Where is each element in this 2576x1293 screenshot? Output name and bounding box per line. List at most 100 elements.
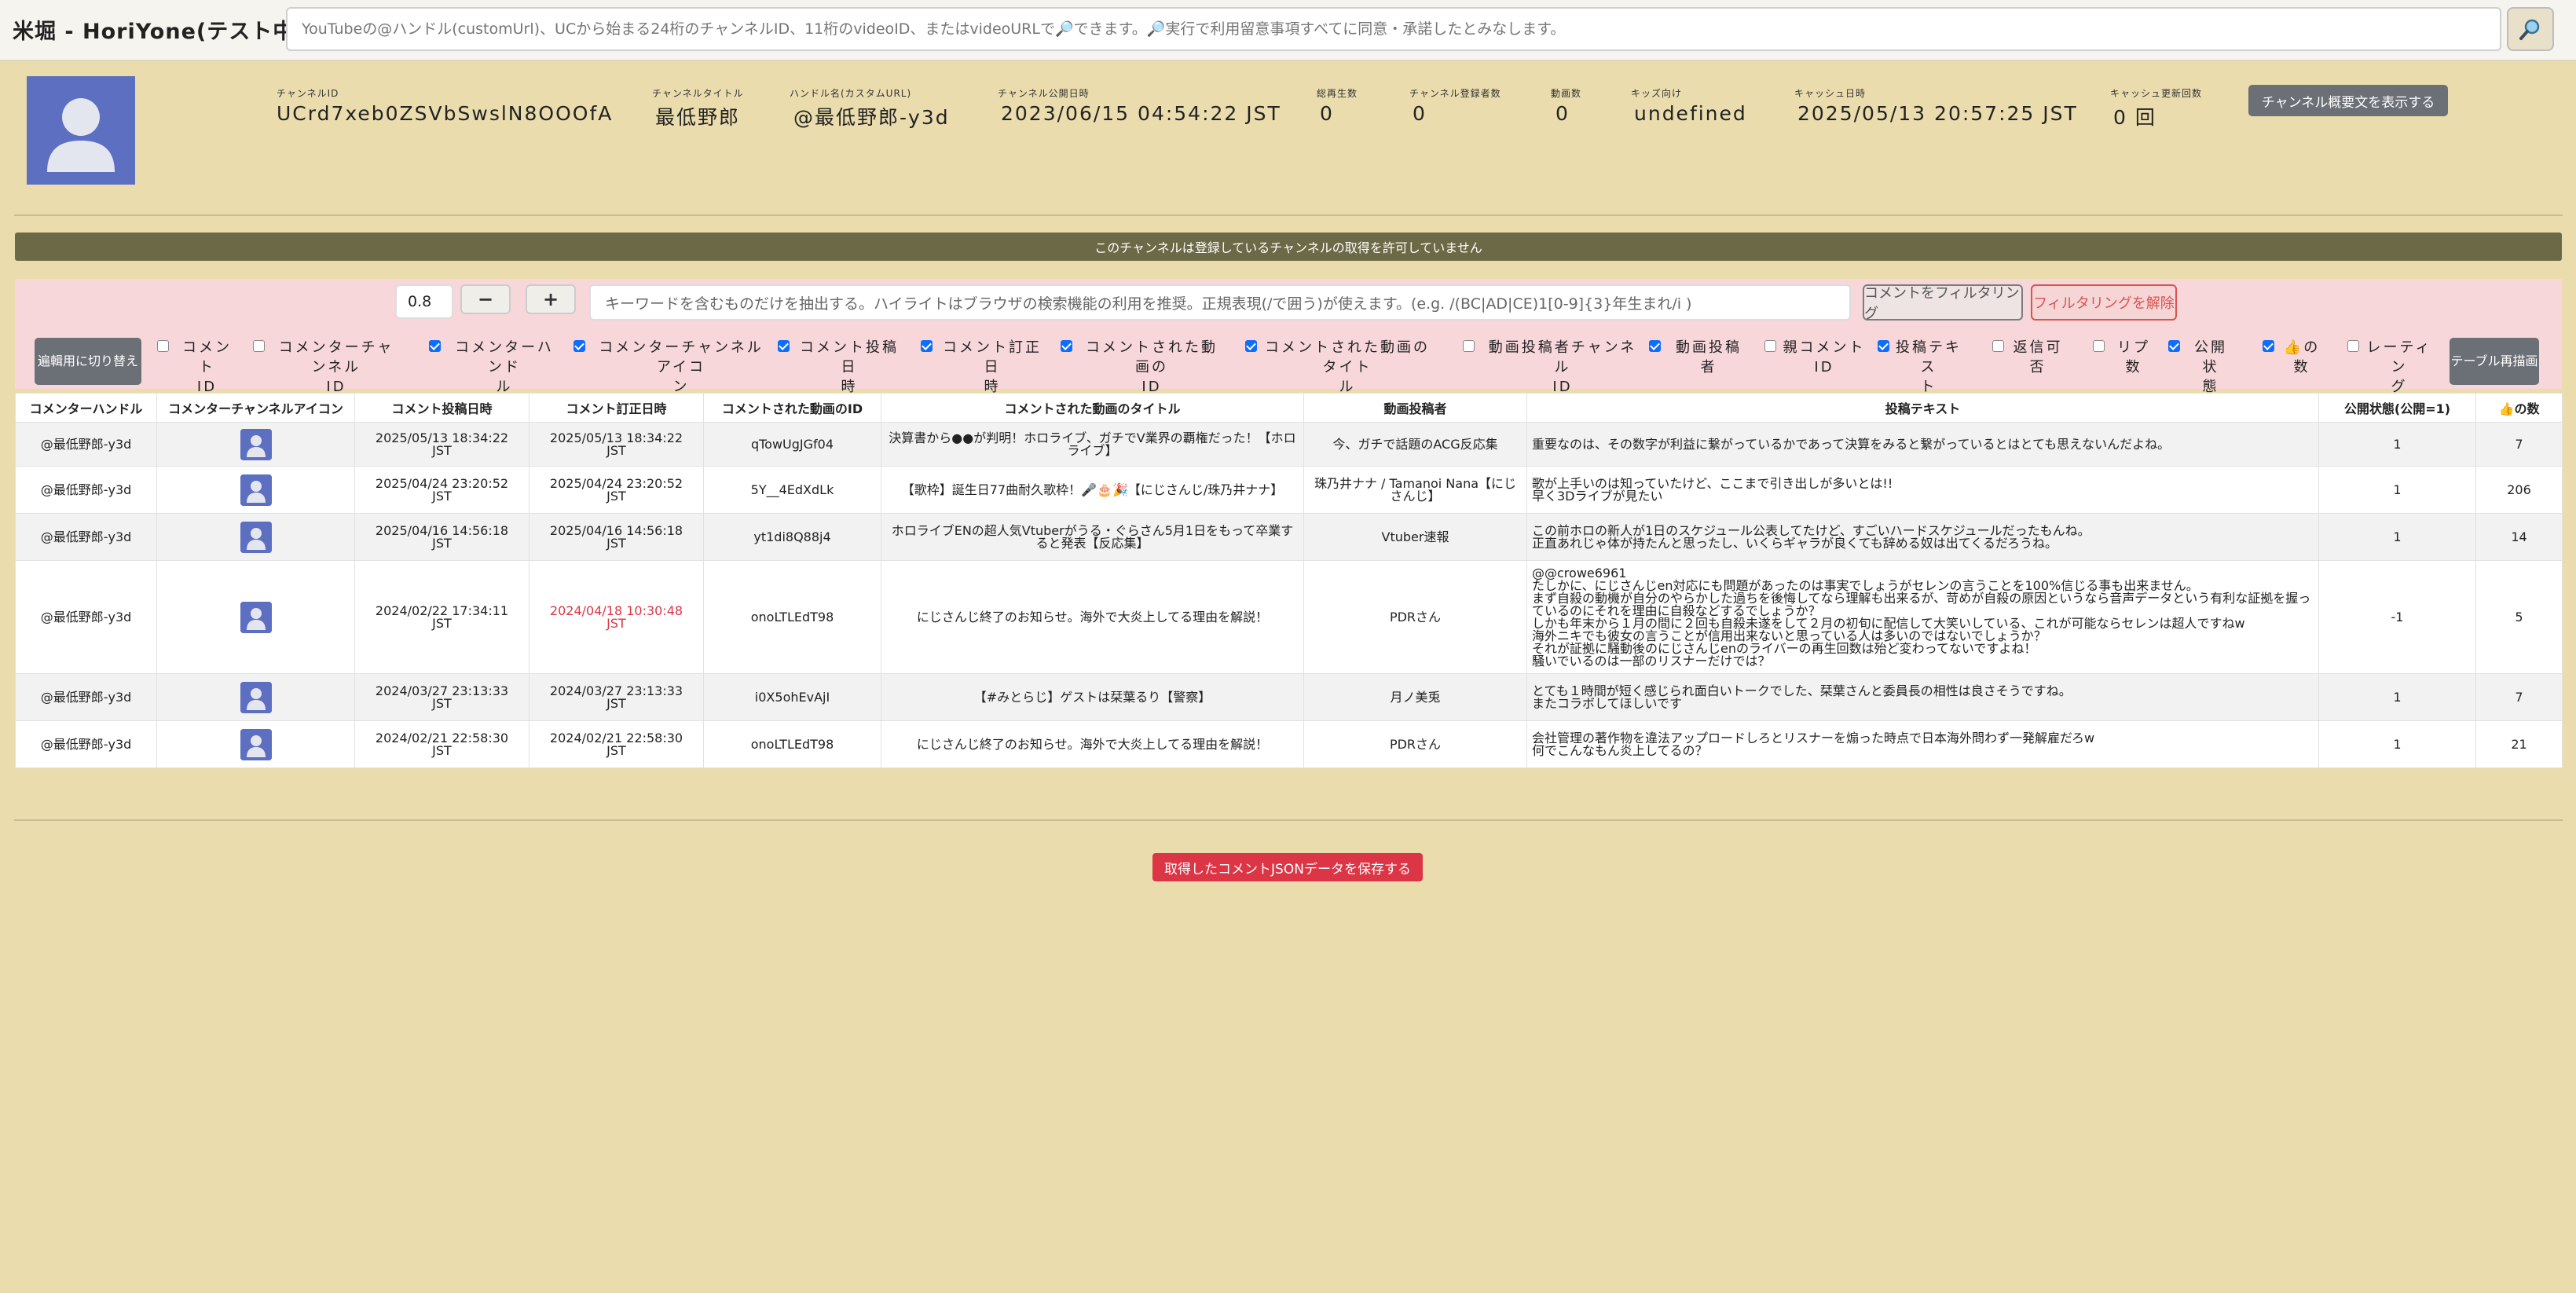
column-toggle-label: レーティン グ	[2366, 339, 2432, 395]
column-toggle[interactable]: 親コメント ID	[1764, 338, 1866, 377]
column-toggle-checkbox[interactable]	[778, 340, 790, 352]
column-toggle[interactable]: 公開状 態	[2168, 338, 2235, 397]
search-button[interactable]	[2507, 7, 2554, 51]
zoom-minus-button[interactable]: −	[460, 284, 511, 314]
filter-comments-button[interactable]: コメントをフィルタリング	[1863, 284, 2023, 322]
column-toggle-checkbox[interactable]	[2347, 340, 2359, 352]
column-toggle-checkbox[interactable]	[2168, 340, 2180, 352]
video-title-cell: ホロライブENの超人気Vtuberがうる・ぐらさん5月1日をもって卒業すると発表…	[881, 513, 1304, 561]
column-header[interactable]: コメント投稿日時	[354, 393, 529, 423]
column-toggle[interactable]: コメントされた動画のタイト ル	[1245, 338, 1431, 397]
column-toggle[interactable]: コメンターチャンネル ID	[253, 338, 401, 397]
column-header[interactable]: コメントされた動画のID	[703, 393, 881, 423]
kids-value: undefined	[1634, 102, 1747, 125]
column-toggle-checkbox[interactable]	[1764, 340, 1776, 352]
column-toggle[interactable]: 返信可 否	[1992, 338, 2065, 377]
column-toggle[interactable]: 投稿テキス ト	[1878, 338, 1962, 397]
commenter-icon-cell	[156, 513, 355, 561]
default-user-icon[interactable]	[240, 728, 272, 760]
default-user-icon[interactable]	[240, 521, 272, 553]
column-toggle-checkbox[interactable]	[1878, 340, 1889, 352]
edited-date-cell: 2024/03/27 23:13:33 JST	[529, 673, 704, 721]
column-header[interactable]: 公開状態(公開=1)	[2318, 393, 2476, 423]
save-json-button[interactable]: 取得したコメントJSONデータを保存する	[1152, 853, 1423, 881]
column-toggle-checkbox[interactable]	[1463, 340, 1475, 352]
column-toggle-checkbox[interactable]	[1992, 340, 2004, 352]
likes-cell: 206	[2475, 466, 2563, 514]
default-user-icon[interactable]	[240, 601, 272, 633]
column-toggle[interactable]: コメント ID	[157, 338, 239, 397]
column-toggle[interactable]: コメント訂正日 時	[921, 338, 1046, 397]
column-toggle[interactable]: コメントされた動画の ID	[1061, 338, 1225, 397]
public-status-cell: 1	[2318, 466, 2476, 514]
column-toggle-label: コメント訂正日 時	[943, 339, 1042, 395]
public-status-cell: 1	[2318, 673, 2476, 721]
uploader-cell: PDRさん	[1303, 560, 1527, 674]
column-toggle-checkbox[interactable]	[1061, 340, 1072, 352]
zoom-plus-button[interactable]: +	[526, 284, 576, 314]
column-toggle-checkbox[interactable]	[1245, 340, 1257, 352]
channel-published-value: 2023/06/15 04:54:22 JST	[1001, 102, 1281, 125]
default-user-icon[interactable]	[240, 681, 272, 713]
column-toggle[interactable]: 👍の 数	[2263, 338, 2323, 377]
column-toggle[interactable]: コメンターハンド ル	[429, 338, 562, 397]
column-toggle-checkbox[interactable]	[573, 340, 585, 352]
column-toggle-label: リプ 数	[2117, 339, 2150, 375]
channel-title-label: チャンネルタイトル	[652, 88, 744, 99]
column-toggle-checkbox[interactable]	[2093, 340, 2105, 352]
column-toggle[interactable]: コメント投稿日 時	[778, 338, 903, 397]
column-toggle[interactable]: コメンターチャンネルアイコ ン	[573, 338, 771, 397]
column-header[interactable]: コメントされた動画のタイトル	[881, 393, 1304, 423]
channel-published-label: チャンネル公開日時	[998, 88, 1090, 99]
table-row: @最低野郎-y3d 2024/02/21 22:58:30 JST 2024/02/…	[15, 720, 2563, 768]
app-title: 米堀 - HoriYone(テスト中)	[13, 20, 306, 44]
column-toggle-label: 👍の 数	[2283, 339, 2321, 375]
commenter-handle-cell: @最低野郎-y3d	[15, 422, 157, 467]
clear-filter-button[interactable]: フィルタリングを解除	[2031, 284, 2177, 321]
column-toggle-checkbox[interactable]	[921, 340, 933, 352]
column-toggle-checkbox[interactable]	[157, 340, 169, 352]
commenter-handle-cell: @最低野郎-y3d	[15, 720, 157, 768]
posted-date-cell: 2025/04/16 14:56:18 JST	[354, 513, 529, 561]
search-input[interactable]	[286, 7, 2501, 51]
column-header[interactable]: コメンターチャンネルアイコン	[156, 393, 355, 423]
video-count-value: 0	[1555, 102, 1570, 125]
comment-text-cell: この前ホロの新人が1日のスケジュール公表してたけど、すごいハードスケジュールだっ…	[1526, 513, 2319, 561]
default-user-icon[interactable]	[240, 428, 272, 460]
column-header[interactable]: 投稿テキスト	[1526, 393, 2319, 423]
column-toggle[interactable]: 動画投稿 者	[1649, 338, 1750, 377]
column-toggle-checkbox[interactable]	[1649, 340, 1661, 352]
likes-cell: 5	[2475, 560, 2563, 674]
table-row: @最低野郎-y3d 2024/03/27 23:13:33 JST 2024/03/…	[15, 673, 2563, 721]
switch-mode-button[interactable]: 遍輯用に切り替え	[35, 338, 141, 385]
video-title-cell: 【#みとらじ】ゲストは栞葉るり【警察】	[881, 673, 1304, 721]
total-views-label: 総再生数	[1317, 88, 1358, 99]
column-toggle-checkbox[interactable]	[2263, 340, 2274, 352]
zoom-input[interactable]: 0.8	[395, 284, 453, 319]
subscribers-label: チャンネル登録者数	[1409, 88, 1501, 99]
column-toggle-label: コメンターハンド ル	[455, 339, 554, 395]
channel-id-label: チャンネルID	[277, 88, 339, 99]
column-header[interactable]: コメンターハンドル	[15, 393, 157, 423]
show-summary-button[interactable]: チャンネル概要文を表示する	[2248, 85, 2448, 116]
column-toggle-label: コメントされた動画のタイト ル	[1265, 339, 1430, 395]
public-status-cell: 1	[2318, 513, 2476, 561]
column-toggle-checkbox[interactable]	[429, 340, 441, 352]
comment-text-cell: 会社管理の著作物を違法アップロードしろとリスナーを煽った時点で日本海外問わず一発…	[1526, 720, 2319, 768]
column-toggle[interactable]: レーティン グ	[2347, 338, 2433, 397]
default-user-icon[interactable]	[240, 474, 272, 506]
commenter-icon-cell	[156, 720, 355, 768]
column-header[interactable]: コメント訂正日時	[529, 393, 704, 423]
video-title-cell: 決算書から●●が判明！ホロライブ、ガチでV業界の覇権だった！【ホロライブ】	[881, 422, 1304, 467]
column-toggle-label: コメント投稿日 時	[800, 339, 899, 395]
commenter-icon-cell	[156, 466, 355, 514]
posted-date-cell: 2024/03/27 23:13:33 JST	[354, 673, 529, 721]
redraw-table-button[interactable]: テーブル再描画	[2450, 338, 2539, 385]
commenter-handle-cell: @最低野郎-y3d	[15, 560, 157, 674]
column-toggle[interactable]: リプ 数	[2093, 338, 2156, 377]
column-toggle-checkbox[interactable]	[253, 340, 265, 352]
column-header[interactable]: 👍の数	[2475, 393, 2563, 423]
column-header[interactable]: 動画投稿者	[1303, 393, 1527, 423]
column-toggle[interactable]: 動画投稿者チャンネル ID	[1463, 338, 1644, 397]
keyword-filter-input[interactable]: キーワードを含むものだけを抽出する。ハイライトはブラウザの検索機能の利用を推奨。…	[589, 284, 1851, 321]
